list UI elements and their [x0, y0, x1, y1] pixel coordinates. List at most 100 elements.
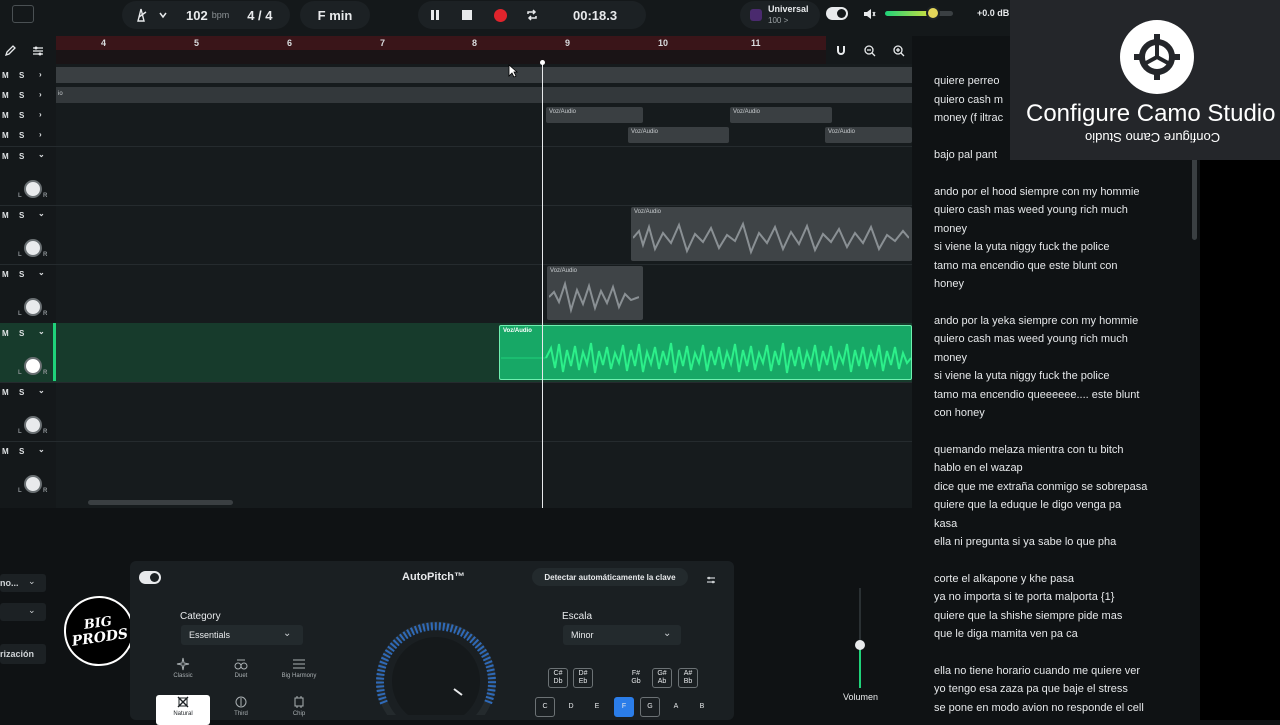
- pan-knob[interactable]: [24, 180, 42, 198]
- pencil-icon[interactable]: [4, 44, 16, 62]
- chevron-down-icon[interactable]: ⌄: [38, 150, 45, 159]
- monitor-toggle[interactable]: [826, 7, 848, 20]
- autopitch-toggle[interactable]: [139, 571, 161, 584]
- mixer-icon[interactable]: [32, 44, 44, 62]
- left-action-button[interactable]: rización: [0, 644, 46, 664]
- key-b[interactable]: B: [692, 697, 712, 717]
- settings-sliders-icon[interactable]: [706, 572, 716, 590]
- solo-button[interactable]: S: [19, 270, 24, 279]
- app-menu-icon[interactable]: [12, 5, 34, 23]
- key-c[interactable]: C: [535, 697, 555, 717]
- loop-icon[interactable]: [521, 4, 543, 26]
- track-row[interactable]: [56, 67, 912, 83]
- key-d-sharp[interactable]: D# Eb: [573, 668, 593, 688]
- key-a-sharp[interactable]: A# Bb: [678, 668, 698, 688]
- volume-fader-thumb[interactable]: [855, 640, 865, 650]
- magnet-icon[interactable]: [835, 44, 847, 62]
- record-button[interactable]: [489, 4, 511, 26]
- key-d[interactable]: D: [561, 697, 581, 717]
- mute-button[interactable]: M: [2, 329, 9, 338]
- lyrics-scrollbar[interactable]: [1192, 156, 1197, 240]
- chevron-down-icon[interactable]: ⌄: [38, 268, 45, 277]
- solo-button[interactable]: S: [19, 71, 24, 80]
- audio-clip[interactable]: Voz/Audio: [547, 266, 643, 320]
- horizontal-scrollbar[interactable]: [88, 500, 233, 505]
- detect-key-button[interactable]: Detectar automáticamente la clave: [532, 568, 688, 586]
- mute-button[interactable]: M: [2, 152, 9, 161]
- time-signature[interactable]: 4 / 4: [247, 8, 272, 23]
- mute-button[interactable]: M: [2, 447, 9, 456]
- key-e[interactable]: E: [587, 697, 607, 717]
- solo-button[interactable]: S: [19, 329, 24, 338]
- zoom-in-icon[interactable]: [893, 44, 905, 62]
- category-third-button[interactable]: Third: [214, 695, 268, 725]
- left-dropdown[interactable]: no... ⌄: [0, 574, 46, 592]
- mute-button[interactable]: M: [2, 111, 9, 120]
- bpm-unit: bpm: [211, 10, 230, 20]
- pan-knob[interactable]: [24, 357, 42, 375]
- category-duet-button[interactable]: Duet: [214, 657, 268, 687]
- key-c-sharp[interactable]: C# Db: [548, 668, 568, 688]
- chevron-right-icon[interactable]: ›: [39, 70, 42, 79]
- solo-button[interactable]: S: [19, 447, 24, 456]
- chevron-right-icon[interactable]: ›: [39, 130, 42, 139]
- scale-dropdown[interactable]: Minor ⌄: [563, 625, 681, 645]
- solo-button[interactable]: S: [19, 91, 24, 100]
- key-a[interactable]: A: [666, 697, 686, 717]
- solo-button[interactable]: S: [19, 131, 24, 140]
- category-dropdown[interactable]: Essentials ⌄: [181, 625, 303, 645]
- key-g-sharp[interactable]: G# Ab: [652, 668, 672, 688]
- audio-clip[interactable]: Voz/Audio: [730, 107, 832, 123]
- key-f[interactable]: F: [614, 697, 634, 717]
- universal-label: Universal: [768, 4, 809, 14]
- key-selector[interactable]: F min: [300, 1, 370, 29]
- metronome-icon[interactable]: [130, 4, 152, 26]
- category-classic-button[interactable]: Classic: [156, 657, 210, 687]
- pause-button[interactable]: [424, 4, 446, 26]
- category-natural-button[interactable]: Natural: [156, 695, 210, 725]
- speaker-icon[interactable]: [862, 7, 876, 26]
- mute-button[interactable]: M: [2, 91, 9, 100]
- category-big-harmony-button[interactable]: Big Harmony: [272, 657, 326, 687]
- pan-knob[interactable]: [24, 239, 42, 257]
- bpm-value[interactable]: 102: [186, 8, 208, 23]
- camo-studio-overlay[interactable]: Configure Camo Studio Configure Camo Stu…: [1010, 0, 1280, 160]
- chevron-right-icon[interactable]: ›: [39, 110, 42, 119]
- solo-button[interactable]: S: [19, 111, 24, 120]
- master-volume-slider[interactable]: [885, 6, 953, 20]
- mute-button[interactable]: M: [2, 131, 9, 140]
- stop-button[interactable]: [456, 4, 478, 26]
- audio-clip[interactable]: Voz/Audio: [628, 127, 729, 143]
- category-chip-button[interactable]: Chip: [272, 695, 326, 725]
- mute-button[interactable]: M: [2, 388, 9, 397]
- pan-knob[interactable]: [24, 298, 42, 316]
- chevron-down-icon[interactable]: [152, 4, 174, 26]
- solo-button[interactable]: S: [19, 211, 24, 220]
- playhead[interactable]: [542, 62, 543, 508]
- audio-clip[interactable]: Voz/Audio: [631, 207, 912, 261]
- track-row[interactable]: io: [56, 87, 912, 103]
- autopitch-amount-knob[interactable]: [374, 615, 498, 715]
- pan-knob[interactable]: [24, 416, 42, 434]
- pan-knob[interactable]: [24, 475, 42, 493]
- mute-button[interactable]: M: [2, 211, 9, 220]
- chevron-right-icon[interactable]: ›: [39, 90, 42, 99]
- universal-pill[interactable]: Universal 100 >: [740, 1, 820, 29]
- chevron-down-icon[interactable]: ⌄: [38, 327, 45, 336]
- key-g[interactable]: G: [640, 697, 660, 717]
- zoom-out-icon[interactable]: [864, 44, 876, 62]
- chevron-down-icon[interactable]: ⌄: [38, 445, 45, 454]
- left-dropdown-2[interactable]: ⌄: [0, 603, 46, 621]
- audio-clip[interactable]: Voz/Audio: [546, 107, 643, 123]
- mute-button[interactable]: M: [2, 270, 9, 279]
- key-f-sharp[interactable]: F# Gb: [626, 668, 646, 688]
- chevron-down-icon[interactable]: ⌄: [38, 386, 45, 395]
- mute-button[interactable]: M: [2, 71, 9, 80]
- audio-clip[interactable]: Voz/Audio: [825, 127, 912, 143]
- solo-button[interactable]: S: [19, 388, 24, 397]
- recording-clip[interactable]: Voz/Audio: [499, 325, 912, 380]
- solo-button[interactable]: S: [19, 152, 24, 161]
- chevron-down-icon[interactable]: ⌄: [38, 209, 45, 218]
- loop-region[interactable]: [56, 36, 826, 50]
- playhead-handle[interactable]: [540, 60, 545, 65]
